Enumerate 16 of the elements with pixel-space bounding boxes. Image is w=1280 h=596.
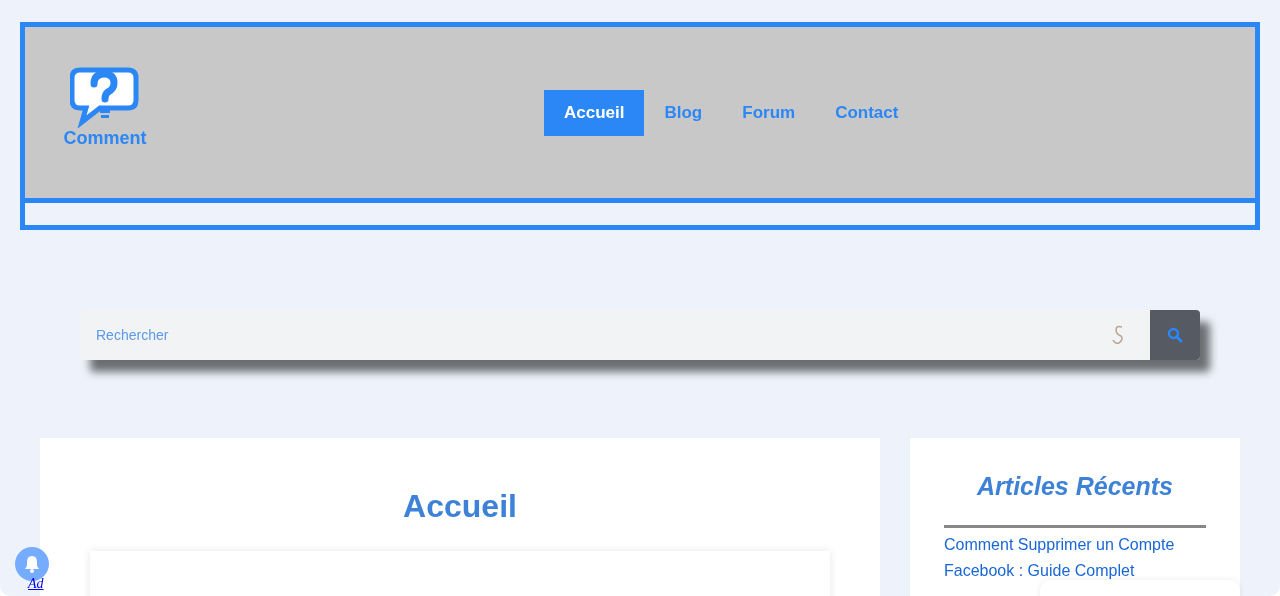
nav-link[interactable]: Accueil <box>544 89 645 136</box>
bell-icon <box>24 555 40 573</box>
logo-text[interactable]: Comment <box>63 128 147 149</box>
nav-link[interactable]: Blog <box>644 89 723 136</box>
article-link[interactable]: Comment Supprimer un Compte Facebook : Guide Complet <box>944 532 1206 584</box>
page-title: Accueil <box>403 488 517 525</box>
search-icon <box>1167 327 1183 343</box>
question-bubble-icon <box>70 66 140 128</box>
search-button[interactable] <box>1150 310 1200 360</box>
nav-link[interactable]: Contact <box>815 89 919 136</box>
search-input[interactable]: Rechercher <box>80 327 1110 343</box>
script-s-icon <box>1110 325 1126 345</box>
nav-link[interactable]: Forum <box>722 89 816 136</box>
search-bar[interactable]: Rechercher <box>80 310 1200 360</box>
sidebar-title: Articles Récents <box>975 472 1174 501</box>
ad-link[interactable]: Ad <box>28 576 44 592</box>
